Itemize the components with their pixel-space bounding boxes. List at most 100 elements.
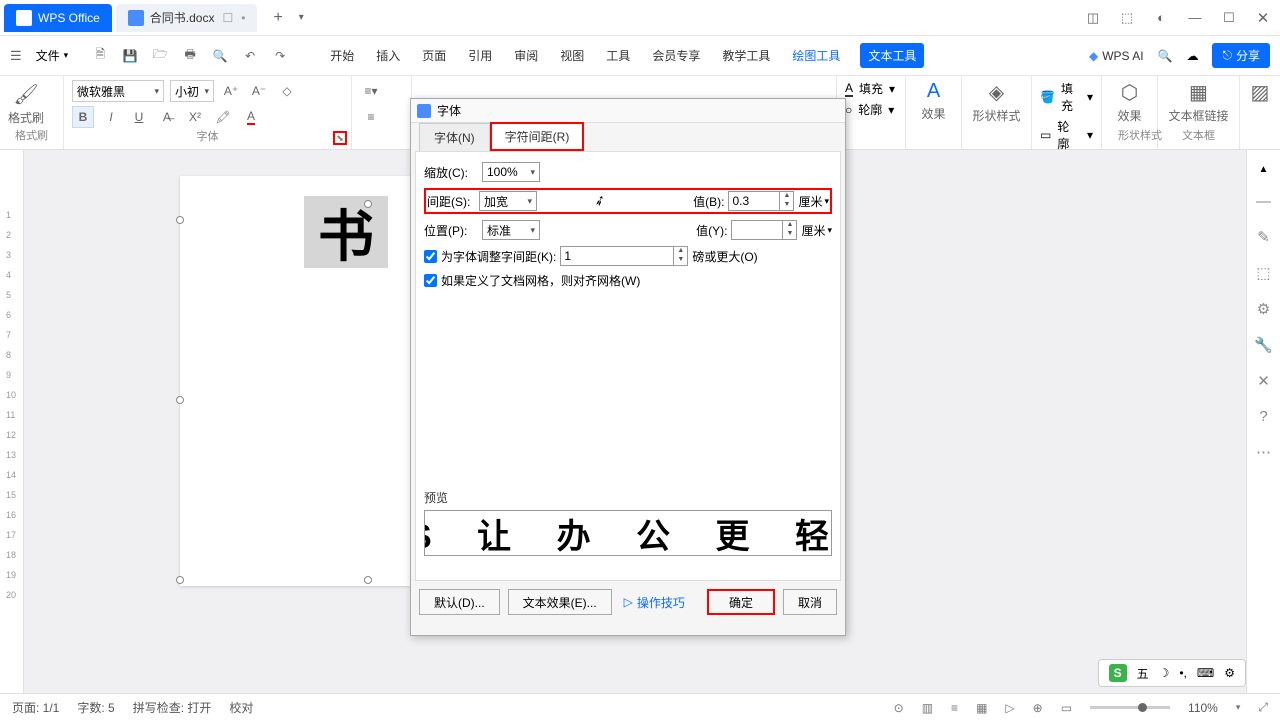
highlight-button[interactable]: 🖍 xyxy=(212,106,234,128)
cancel-button[interactable]: 取消 xyxy=(783,589,837,615)
minimize-button[interactable]: — xyxy=(1178,1,1212,35)
pencil-icon[interactable]: ✎ xyxy=(1257,228,1270,246)
textbox-link-button[interactable]: ▦ 文本框链接 xyxy=(1166,80,1231,124)
ok-button[interactable]: 确定 xyxy=(707,589,775,615)
tab-wps-home[interactable]: WPS Office xyxy=(4,4,112,32)
ruler-icon[interactable]: ✕ xyxy=(1257,372,1270,390)
zoom-value[interactable]: 110% xyxy=(1188,701,1218,715)
value-y-input[interactable] xyxy=(732,221,782,239)
new-tab-button[interactable]: + xyxy=(273,9,282,27)
tab-draw-tools[interactable]: 绘图工具 xyxy=(790,43,842,68)
spin-down-icon[interactable]: ▼ xyxy=(780,201,793,210)
tab-tools[interactable]: 工具 xyxy=(604,43,632,68)
font-grow-button[interactable]: A⁺ xyxy=(220,80,242,102)
resize-handle[interactable] xyxy=(176,396,184,404)
resize-handle[interactable] xyxy=(364,576,372,584)
tips-link[interactable]: ▷ 操作技巧 xyxy=(624,594,685,611)
tab-dot-icon[interactable]: • xyxy=(241,11,245,25)
tab-dropdown-icon[interactable]: ▾ xyxy=(299,12,304,23)
open-icon[interactable]: 🗁 xyxy=(152,48,168,64)
focus-mode-icon[interactable]: ⊙ xyxy=(894,701,904,715)
window-box-icon[interactable]: ◫ xyxy=(1076,1,1110,35)
search-icon[interactable]: 🔍 xyxy=(1158,49,1173,63)
ime-settings-icon[interactable]: ⚙ xyxy=(1224,666,1235,680)
value-b-spinner[interactable]: ▲▼ xyxy=(728,191,794,211)
unit-b-dropdown[interactable]: 厘米 ▾ xyxy=(798,193,829,210)
selected-text-box[interactable]: 书 xyxy=(304,196,388,268)
zoom-slider[interactable] xyxy=(1090,706,1170,709)
resize-handle[interactable] xyxy=(364,200,372,208)
spin-up-icon[interactable]: ▲ xyxy=(674,247,687,256)
select-icon[interactable]: ⬚ xyxy=(1256,264,1270,282)
window-cube-icon[interactable]: ⬚ xyxy=(1110,1,1144,35)
view-page-icon[interactable]: ▥ xyxy=(922,701,933,715)
italic-button[interactable]: I xyxy=(100,106,122,128)
kern-spinner[interactable]: ▲▼ xyxy=(560,246,688,266)
clear-format-button[interactable]: ◇ xyxy=(276,80,298,102)
grid-checkbox[interactable] xyxy=(424,274,437,287)
more-icon[interactable]: ⋯ xyxy=(1256,443,1271,461)
tab-member[interactable]: 会员专享 xyxy=(650,43,702,68)
word-count[interactable]: 字数: 5 xyxy=(77,699,114,716)
strikethrough-button[interactable]: A̶ xyxy=(156,106,178,128)
ime-keyboard-icon[interactable]: ⌨ xyxy=(1197,666,1214,680)
wps-ai-button[interactable]: ◆ WPS AI xyxy=(1089,49,1144,63)
bold-button[interactable]: B xyxy=(72,106,94,128)
dialog-titlebar[interactable]: 字体 xyxy=(411,99,845,123)
page-count[interactable]: 页面: 1/1 xyxy=(12,699,59,716)
spellcheck-status[interactable]: 拼写检查: 打开 xyxy=(133,699,212,716)
tab-start[interactable]: 开始 xyxy=(328,43,356,68)
format-painter-button[interactable]: 🖌 格式刷 xyxy=(8,82,44,126)
value-y-spinner[interactable]: ▲▼ xyxy=(731,220,797,240)
tab-ref[interactable]: 引用 xyxy=(466,43,494,68)
dialog-tab-spacing[interactable]: 字符间距(R) xyxy=(490,122,585,151)
default-button[interactable]: 默认(D)... xyxy=(419,589,500,615)
undo-icon[interactable]: ↶ xyxy=(242,48,258,64)
view-outline-icon[interactable]: ≡ xyxy=(951,701,958,715)
spin-down-icon[interactable]: ▼ xyxy=(783,230,796,239)
scroll-up-icon[interactable]: ▲ xyxy=(1259,164,1269,175)
bullet-list-button[interactable]: ≡▾ xyxy=(360,80,382,102)
font-dialog-launcher[interactable]: ⬊ xyxy=(333,131,347,145)
tab-bookmark-icon[interactable]: ☐ xyxy=(222,11,233,25)
position-combo[interactable]: 标准 ▾ xyxy=(482,220,540,240)
align-left-button[interactable]: ≡ xyxy=(360,106,382,128)
unit-y-dropdown[interactable]: 厘米 ▾ xyxy=(801,222,832,239)
value-b-input[interactable] xyxy=(729,192,779,210)
tab-document[interactable]: 合同书.docx ☐ • xyxy=(116,4,258,32)
help-icon[interactable]: ? xyxy=(1259,408,1267,425)
tab-text-tools[interactable]: 文本工具 xyxy=(860,43,924,68)
spin-down-icon[interactable]: ▼ xyxy=(674,256,687,265)
dialog-tab-font[interactable]: 字体(N) xyxy=(419,123,490,151)
fit-icon[interactable]: ▭ xyxy=(1061,701,1072,715)
shape-style-button[interactable]: ◈ 形状样式 xyxy=(970,80,1023,124)
text-effect-button[interactable]: A 效果 xyxy=(914,80,953,122)
tab-insert[interactable]: 插入 xyxy=(374,43,402,68)
maximize-button[interactable]: ☐ xyxy=(1212,1,1246,35)
spacing-combo[interactable]: 加宽 ▾ xyxy=(479,191,537,211)
kern-input[interactable] xyxy=(561,247,673,265)
shape-effect-button[interactable]: ⬡ 效果 xyxy=(1110,80,1149,124)
resize-handle[interactable] xyxy=(176,216,184,224)
zoom-caret-icon[interactable]: ▾ xyxy=(1236,702,1241,713)
kern-checkbox[interactable] xyxy=(424,250,437,263)
minus-icon[interactable]: — xyxy=(1256,193,1271,210)
resize-handle[interactable] xyxy=(176,576,184,584)
expand-icon[interactable]: ⤢ xyxy=(1258,700,1268,715)
proof-status[interactable]: 校对 xyxy=(229,699,253,716)
tab-teach[interactable]: 教学工具 xyxy=(720,43,772,68)
tool-icon[interactable]: 🔧 xyxy=(1254,336,1273,354)
save-icon[interactable]: 💾 xyxy=(122,48,138,64)
cloud-icon[interactable]: ☁ xyxy=(1186,49,1198,63)
text-effect-button[interactable]: 文本效果(E)... xyxy=(508,589,612,615)
user-avatar-icon[interactable]: ◐ xyxy=(1144,1,1178,35)
close-button[interactable]: ✕ xyxy=(1246,1,1280,35)
view-web-icon[interactable]: ▦ xyxy=(976,701,987,715)
font-name-combo[interactable]: 微软雅黑 ▾ xyxy=(72,80,164,102)
new-doc-icon[interactable]: 🗎 xyxy=(92,48,108,64)
zoom-knob[interactable] xyxy=(1138,703,1147,712)
tab-page[interactable]: 页面 xyxy=(420,43,448,68)
share-button[interactable]: ⎋ 分享 xyxy=(1212,43,1270,68)
text-fill-button[interactable]: A填充▾ xyxy=(845,80,895,97)
ime-moon-icon[interactable]: ☽ xyxy=(1159,666,1170,680)
